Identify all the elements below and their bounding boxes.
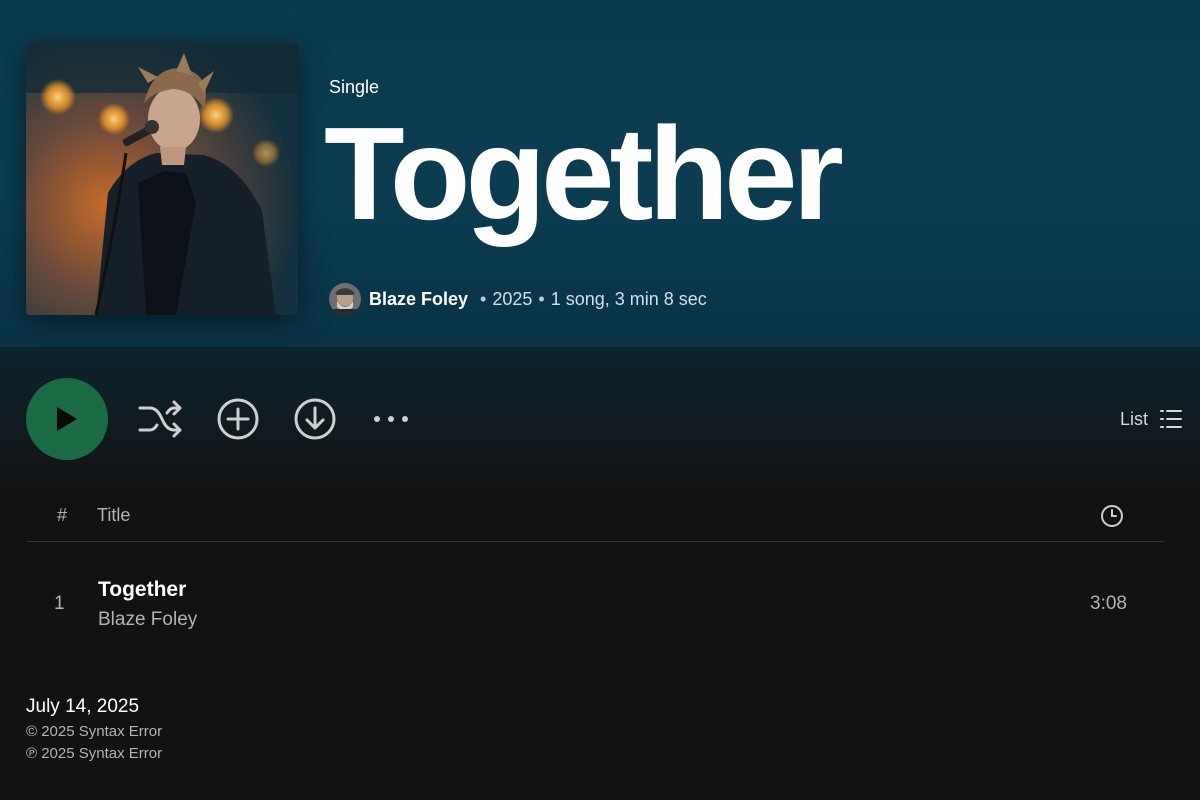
track-number: 1 bbox=[54, 593, 65, 614]
clock-icon bbox=[1101, 505, 1123, 527]
view-toggle-label: List bbox=[1119, 408, 1148, 429]
view-toggle[interactable]: List bbox=[1120, 405, 1182, 433]
tracklist-header: # Title bbox=[27, 490, 1164, 542]
play-button[interactable] bbox=[26, 378, 108, 460]
track-duration: 3:08 bbox=[1090, 593, 1127, 614]
track-artist[interactable]: Blaze Foley bbox=[98, 609, 197, 631]
column-number: # bbox=[57, 505, 68, 525]
album-header: Single Together Blaze Foley • 2025 • 1 s… bbox=[0, 0, 1200, 347]
shuffle-button[interactable] bbox=[137, 395, 185, 443]
album-type-label: Single bbox=[329, 77, 380, 97]
artist-avatar-image bbox=[329, 283, 361, 315]
action-bar: List bbox=[0, 347, 1200, 487]
play-icon bbox=[57, 407, 77, 431]
album-page: Single Together Blaze Foley • 2025 • 1 s… bbox=[0, 0, 1200, 800]
more-options-button[interactable] bbox=[367, 395, 415, 443]
album-meta: Blaze Foley • 2025 • 1 song, 3 min 8 sec bbox=[329, 281, 707, 317]
album-summary: 1 song, 3 min 8 sec bbox=[550, 288, 707, 309]
more-icon bbox=[374, 416, 408, 422]
artist-link[interactable]: Blaze Foley bbox=[369, 289, 468, 310]
add-circle-icon bbox=[217, 398, 259, 440]
album-cover bbox=[26, 43, 298, 315]
table-row[interactable]: 1 Together Blaze Foley 3:08 bbox=[27, 566, 1164, 640]
copyright-line: © 2025 Syntax Error bbox=[26, 723, 163, 740]
album-cover-art bbox=[26, 43, 298, 315]
release-date: July 14, 2025 bbox=[26, 696, 140, 717]
meta-separator: • bbox=[538, 288, 545, 309]
artist-avatar[interactable] bbox=[329, 283, 361, 315]
shuffle-icon bbox=[138, 400, 182, 438]
track-title[interactable]: Together bbox=[98, 578, 186, 602]
download-icon bbox=[294, 398, 336, 440]
list-view-icon bbox=[1160, 410, 1182, 428]
download-button[interactable] bbox=[291, 395, 339, 443]
release-year: 2025 bbox=[492, 288, 533, 309]
phonographic-copyright-line: ℗ 2025 Syntax Error bbox=[26, 745, 163, 762]
album-title: Together bbox=[324, 100, 844, 247]
column-duration bbox=[1100, 504, 1124, 533]
add-to-library-button[interactable] bbox=[214, 395, 262, 443]
column-title: Title bbox=[97, 505, 131, 525]
meta-separator: • bbox=[480, 288, 487, 309]
